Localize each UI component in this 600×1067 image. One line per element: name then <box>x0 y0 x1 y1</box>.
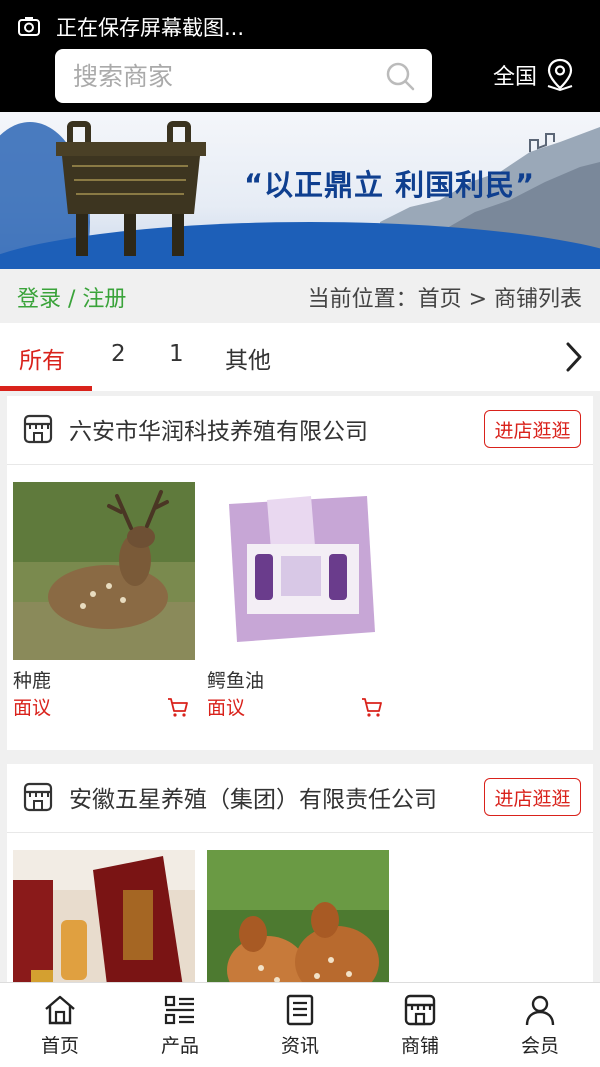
breadcrumb: 当前位置：首页 > 商铺列表 <box>307 287 582 312</box>
tab-2[interactable]: 2 <box>111 341 126 367</box>
nav-member[interactable]: 会员 <box>480 983 600 1067</box>
search-icon[interactable] <box>384 60 416 92</box>
shop-card: 六安市华润科技养殖有限公司 进店逛逛 种鹿 面议 鳄鱼油 面议 <box>7 396 593 750</box>
shop-name[interactable]: 六安市华润科技养殖有限公司 <box>69 412 368 446</box>
user-icon <box>525 995 555 1026</box>
banner-slogan: “以正鼎立 利国利民” <box>244 168 536 202</box>
active-tab-indicator <box>0 386 92 391</box>
search-box[interactable] <box>55 49 432 103</box>
nav-label: 首页 <box>40 1035 79 1057</box>
status-text: 正在保存屏幕截图... <box>56 16 245 40</box>
category-tabs: 所有 2 1 其他 <box>0 323 600 391</box>
shop-card: 安徽五星养殖（集团）有限责任公司 进店逛逛 <box>7 764 593 1028</box>
nav-label: 产品 <box>160 1035 199 1057</box>
visit-store-button[interactable]: 进店逛逛 <box>484 410 581 448</box>
login-register-link[interactable]: 登录 / 注册 <box>17 281 126 313</box>
nav-label: 资讯 <box>280 1035 319 1057</box>
search-input[interactable] <box>73 61 363 91</box>
visit-store-button[interactable]: 进店逛逛 <box>484 778 581 816</box>
nav-label: 商铺 <box>400 1035 439 1057</box>
screenshot-icon <box>18 17 40 37</box>
region-selector[interactable]: 全国 <box>493 56 575 94</box>
product-image-deer[interactable] <box>13 482 195 660</box>
product-price: 面议 <box>207 697 246 719</box>
tab-1[interactable]: 1 <box>169 341 184 367</box>
tab-all[interactable]: 所有 <box>19 341 65 375</box>
shop-header: 安徽五星养殖（集团）有限责任公司 进店逛逛 <box>7 764 593 833</box>
nav-label: 会员 <box>520 1035 559 1057</box>
shop-header: 六安市华润科技养殖有限公司 进店逛逛 <box>7 396 593 465</box>
app-header: 正在保存屏幕截图... 全国 <box>0 0 600 112</box>
cart-icon[interactable] <box>361 696 383 718</box>
nav-products[interactable]: 产品 <box>120 983 240 1067</box>
product-price: 面议 <box>13 697 52 719</box>
breadcrumb-bar: 登录 / 注册 当前位置：首页 > 商铺列表 <box>0 269 600 323</box>
product-name: 种鹿 <box>13 670 52 692</box>
location-pin-icon <box>547 58 573 92</box>
cart-icon[interactable] <box>167 696 189 718</box>
bronze-ding-illustration <box>56 121 206 256</box>
nav-stores[interactable]: 商铺 <box>360 983 480 1067</box>
chevron-right-icon[interactable] <box>564 341 584 373</box>
shop-name[interactable]: 安徽五星养殖（集团）有限责任公司 <box>69 780 437 814</box>
tab-other[interactable]: 其他 <box>225 341 271 375</box>
promo-banner[interactable]: “以正鼎立 利国利民” <box>0 112 600 269</box>
nav-home[interactable]: 首页 <box>0 983 120 1067</box>
status-bar: 正在保存屏幕截图... <box>18 12 244 42</box>
nav-news[interactable]: 资讯 <box>240 983 360 1067</box>
product-image-oil-box[interactable] <box>207 482 389 660</box>
product-item[interactable]: 鳄鱼油 面议 <box>207 482 389 719</box>
bottom-navigation: 首页 产品 资讯 商铺 会员 <box>0 982 600 1067</box>
store-icon <box>23 414 53 444</box>
product-item[interactable]: 种鹿 面议 <box>13 482 195 719</box>
store-icon <box>404 994 436 1026</box>
product-name: 鳄鱼油 <box>207 670 265 692</box>
store-icon <box>23 782 53 812</box>
news-icon <box>286 994 314 1026</box>
home-icon <box>45 995 75 1025</box>
region-label: 全国 <box>493 65 538 90</box>
list-icon <box>164 995 194 1025</box>
